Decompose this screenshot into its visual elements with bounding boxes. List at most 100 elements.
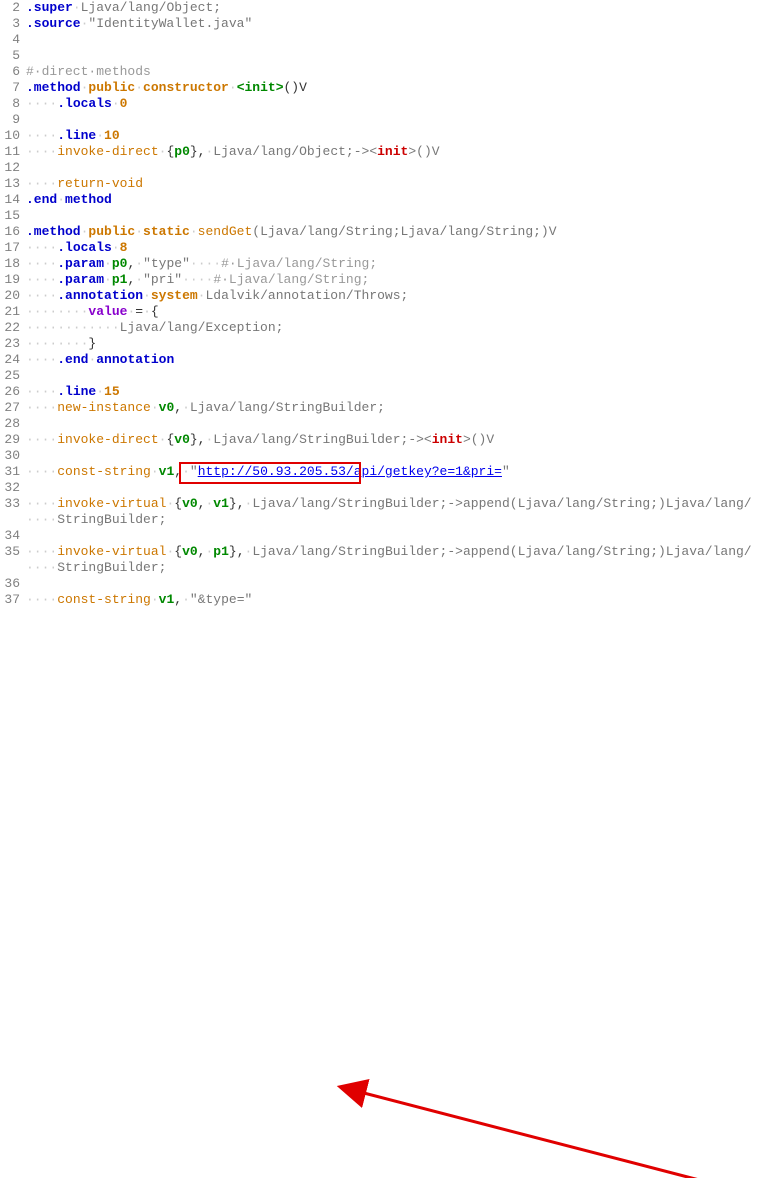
line-number: 28 xyxy=(0,416,26,432)
line-number: 31 xyxy=(0,464,26,480)
code-content[interactable]: .end·method xyxy=(26,192,774,208)
code-content[interactable]: ········value·=·{ xyxy=(26,304,774,320)
code-line[interactable]: 29····invoke-direct·{v0},·Ljava/lang/Str… xyxy=(0,432,774,448)
code-content[interactable]: ····.end·annotation xyxy=(26,352,774,368)
line-number: 36 xyxy=(0,576,26,592)
code-content[interactable]: ····invoke-direct·{p0},·Ljava/lang/Objec… xyxy=(26,144,774,160)
line-number: 18 xyxy=(0,256,26,272)
line-number: 13 xyxy=(0,176,26,192)
code-line[interactable]: 7.method·public·constructor·<init>()V xyxy=(0,80,774,96)
code-content[interactable]: ····.param·p0,·"type"····#·Ljava/lang/St… xyxy=(26,256,774,272)
line-number: 22 xyxy=(0,320,26,336)
code-content[interactable]: .source·"IdentityWallet.java" xyxy=(26,16,774,32)
line-number: 5 xyxy=(0,48,26,64)
code-content[interactable]: ····new-instance·v0,·Ljava/lang/StringBu… xyxy=(26,400,774,416)
code-line[interactable]: 24····.end·annotation xyxy=(0,352,774,368)
code-content[interactable]: ····.annotation·system·Ldalvik/annotatio… xyxy=(26,288,774,304)
code-line[interactable]: 23········} xyxy=(0,336,774,352)
code-content[interactable]: ····.locals·0 xyxy=(26,96,774,112)
code-line[interactable]: 12 xyxy=(0,160,774,176)
code-line[interactable]: 34 xyxy=(0,528,774,544)
code-line[interactable]: ····StringBuilder; xyxy=(0,560,774,576)
code-line[interactable]: ····StringBuilder; xyxy=(0,512,774,528)
code-content[interactable]: .method·public·constructor·<init>()V xyxy=(26,80,774,96)
code-line[interactable]: 25 xyxy=(0,368,774,384)
line-number: 32 xyxy=(0,480,26,496)
line-number: 35 xyxy=(0,544,26,560)
line-number: 19 xyxy=(0,272,26,288)
line-number: 17 xyxy=(0,240,26,256)
line-number: 25 xyxy=(0,368,26,384)
line-number: 23 xyxy=(0,336,26,352)
line-number: 37 xyxy=(0,592,26,608)
code-content[interactable]: ····invoke-virtual·{v0,·p1},·Ljava/lang/… xyxy=(26,544,774,560)
line-number: 21 xyxy=(0,304,26,320)
code-content[interactable]: ····const-string·v1,·"&type=" xyxy=(26,592,774,608)
code-line[interactable]: 15 xyxy=(0,208,774,224)
code-content[interactable]: ····invoke-direct·{v0},·Ljava/lang/Strin… xyxy=(26,432,774,448)
code-line[interactable]: 33····invoke-virtual·{v0,·v1},·Ljava/lan… xyxy=(0,496,774,512)
line-number: 24 xyxy=(0,352,26,368)
code-content[interactable]: ····invoke-virtual·{v0,·v1},·Ljava/lang/… xyxy=(26,496,774,512)
line-number: 7 xyxy=(0,80,26,96)
line-number: 34 xyxy=(0,528,26,544)
code-content[interactable]: ····.locals·8 xyxy=(26,240,774,256)
code-line[interactable]: 21········value·=·{ xyxy=(0,304,774,320)
line-number: 27 xyxy=(0,400,26,416)
code-content[interactable]: .super·Ljava/lang/Object; xyxy=(26,0,774,16)
line-number: 3 xyxy=(0,16,26,32)
line-number: 11 xyxy=(0,144,26,160)
code-line[interactable]: 17····.locals·8 xyxy=(0,240,774,256)
callout-arrow xyxy=(0,608,774,1178)
code-content[interactable]: #·direct·methods xyxy=(26,64,774,80)
line-number: 16 xyxy=(0,224,26,240)
code-line[interactable]: 27····new-instance·v0,·Ljava/lang/String… xyxy=(0,400,774,416)
code-line[interactable]: 11····invoke-direct·{p0},·Ljava/lang/Obj… xyxy=(0,144,774,160)
code-content[interactable]: ········} xyxy=(26,336,774,352)
code-content[interactable]: ····StringBuilder; xyxy=(26,512,774,528)
code-line[interactable]: 20····.annotation·system·Ldalvik/annotat… xyxy=(0,288,774,304)
code-line[interactable]: 4 xyxy=(0,32,774,48)
code-line[interactable]: 26····.line·15 xyxy=(0,384,774,400)
code-line[interactable]: 10····.line·10 xyxy=(0,128,774,144)
line-number: 30 xyxy=(0,448,26,464)
code-line[interactable]: 18····.param·p0,·"type"····#·Ljava/lang/… xyxy=(0,256,774,272)
code-line[interactable]: 22············Ljava/lang/Exception; xyxy=(0,320,774,336)
code-line[interactable]: 2.super·Ljava/lang/Object; xyxy=(0,0,774,16)
code-line[interactable]: 6#·direct·methods xyxy=(0,64,774,80)
code-line[interactable]: 8····.locals·0 xyxy=(0,96,774,112)
code-line[interactable]: 16.method·public·static·sendGet(Ljava/la… xyxy=(0,224,774,240)
line-number: 14 xyxy=(0,192,26,208)
code-content[interactable]: ····const-string·v1,·"http://50.93.205.5… xyxy=(26,464,774,480)
code-line[interactable]: 9 xyxy=(0,112,774,128)
code-line[interactable]: 14.end·method xyxy=(0,192,774,208)
code-content[interactable]: ····.param·p1,·"pri"····#·Ljava/lang/Str… xyxy=(26,272,774,288)
line-number: 4 xyxy=(0,32,26,48)
code-line[interactable]: 3.source·"IdentityWallet.java" xyxy=(0,16,774,32)
url-link[interactable]: http://50.93.205.53/api/getkey?e=1&pri= xyxy=(198,464,502,479)
line-number: 29 xyxy=(0,432,26,448)
line-number: 15 xyxy=(0,208,26,224)
code-line[interactable]: 30 xyxy=(0,448,774,464)
code-content[interactable]: ····return-void xyxy=(26,176,774,192)
code-line[interactable]: 32 xyxy=(0,480,774,496)
line-number: 20 xyxy=(0,288,26,304)
code-editor[interactable]: 2.super·Ljava/lang/Object;3.source·"Iden… xyxy=(0,0,774,608)
code-content[interactable]: ····.line·15 xyxy=(26,384,774,400)
code-line[interactable]: 35····invoke-virtual·{v0,·p1},·Ljava/lan… xyxy=(0,544,774,560)
line-number: 10 xyxy=(0,128,26,144)
code-line[interactable]: 5 xyxy=(0,48,774,64)
code-content[interactable]: .method·public·static·sendGet(Ljava/lang… xyxy=(26,224,774,240)
code-line[interactable]: 31····const-string·v1,·"http://50.93.205… xyxy=(0,464,774,480)
code-line[interactable]: 37····const-string·v1,·"&type=" xyxy=(0,592,774,608)
line-number: 12 xyxy=(0,160,26,176)
code-line[interactable]: 13····return-void xyxy=(0,176,774,192)
code-line[interactable]: 19····.param·p1,·"pri"····#·Ljava/lang/S… xyxy=(0,272,774,288)
code-line[interactable]: 36 xyxy=(0,576,774,592)
code-content[interactable]: ····.line·10 xyxy=(26,128,774,144)
code-line[interactable]: 28 xyxy=(0,416,774,432)
code-content[interactable]: ····StringBuilder; xyxy=(26,560,774,576)
code-content[interactable]: ············Ljava/lang/Exception; xyxy=(26,320,774,336)
line-number: 8 xyxy=(0,96,26,112)
line-number: 6 xyxy=(0,64,26,80)
